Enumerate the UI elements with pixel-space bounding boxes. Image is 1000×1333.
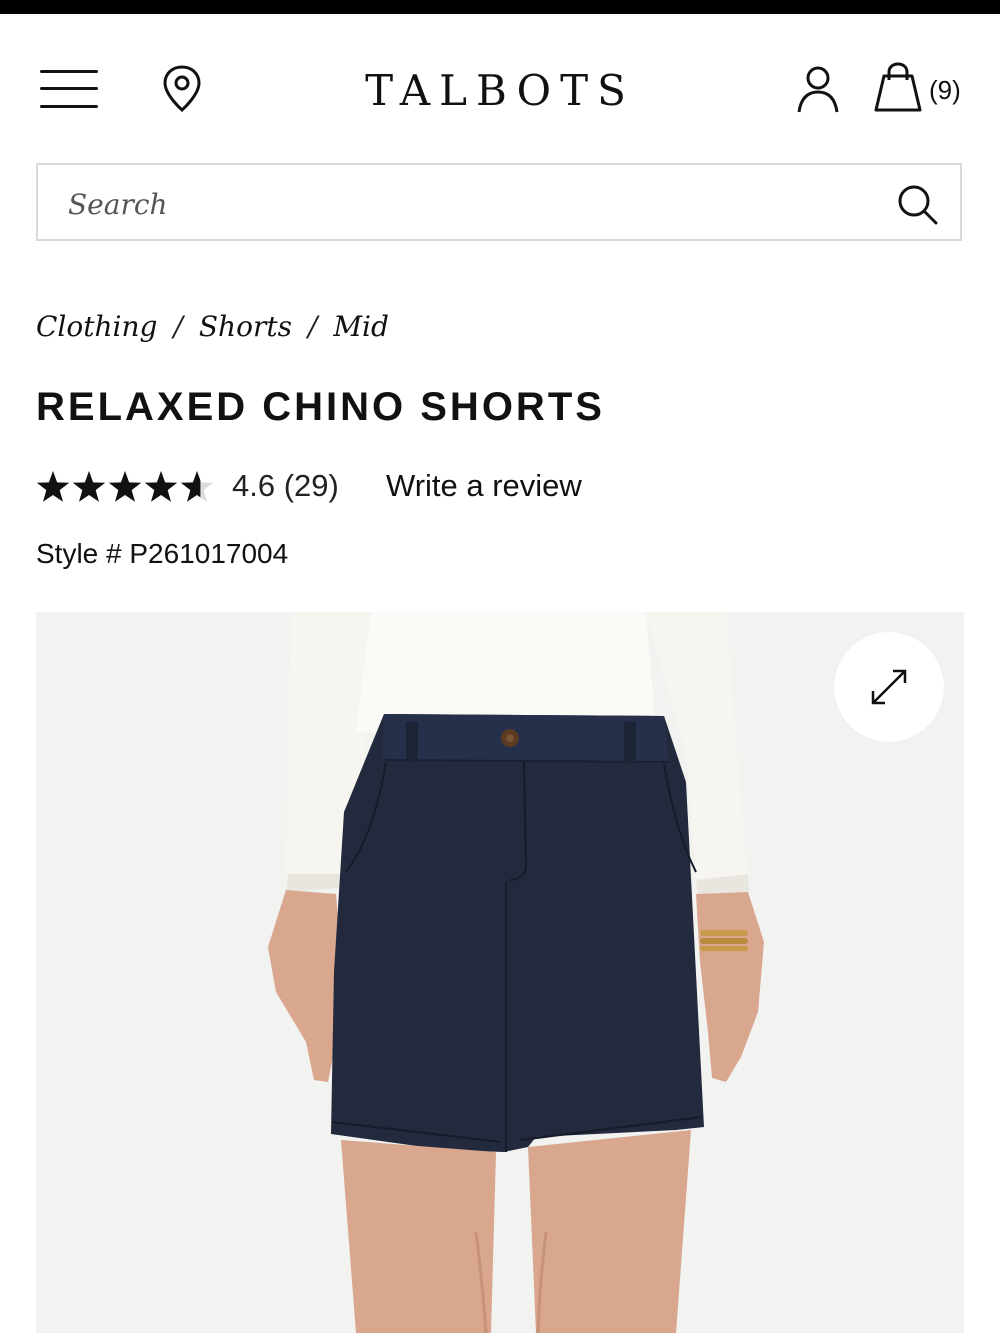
account-icon[interactable] [794, 64, 842, 114]
product-image[interactable] [36, 612, 964, 1333]
menu-icon[interactable] [40, 68, 100, 112]
star-filled [36, 471, 70, 502]
breadcrumb-separator: / [307, 310, 318, 343]
breadcrumb: Clothing / Shorts / Mid [36, 310, 389, 343]
site-logo[interactable]: TALBOTS [300, 66, 700, 115]
shopping-bag-icon[interactable] [868, 62, 924, 114]
bag-count[interactable]: (9) [929, 75, 961, 106]
star-filled [108, 471, 142, 502]
rating-stars[interactable] [36, 470, 216, 506]
breadcrumb-clothing[interactable]: Clothing [36, 310, 157, 343]
search-icon[interactable] [896, 183, 940, 227]
star-filled [144, 471, 178, 502]
write-review-link[interactable]: Write a review [386, 468, 582, 504]
expand-icon [871, 669, 907, 705]
breadcrumb-mid[interactable]: Mid [333, 310, 389, 343]
status-bar [0, 0, 1000, 14]
style-number: Style # P261017004 [36, 538, 289, 569]
site-header: TALBOTS (9) [0, 14, 1000, 164]
expand-button[interactable] [834, 632, 944, 742]
breadcrumb-separator: / [173, 310, 183, 343]
product-title: RELAXED CHINO SHORTS [36, 385, 605, 429]
breadcrumb-shorts[interactable]: Shorts [199, 310, 292, 343]
rating-value[interactable]: 4.6 (29) [232, 468, 339, 504]
search-bar [36, 163, 962, 241]
search-input[interactable] [66, 179, 870, 229]
product-photo [36, 612, 964, 1333]
location-pin-icon[interactable] [160, 64, 204, 114]
star-filled [72, 471, 106, 502]
